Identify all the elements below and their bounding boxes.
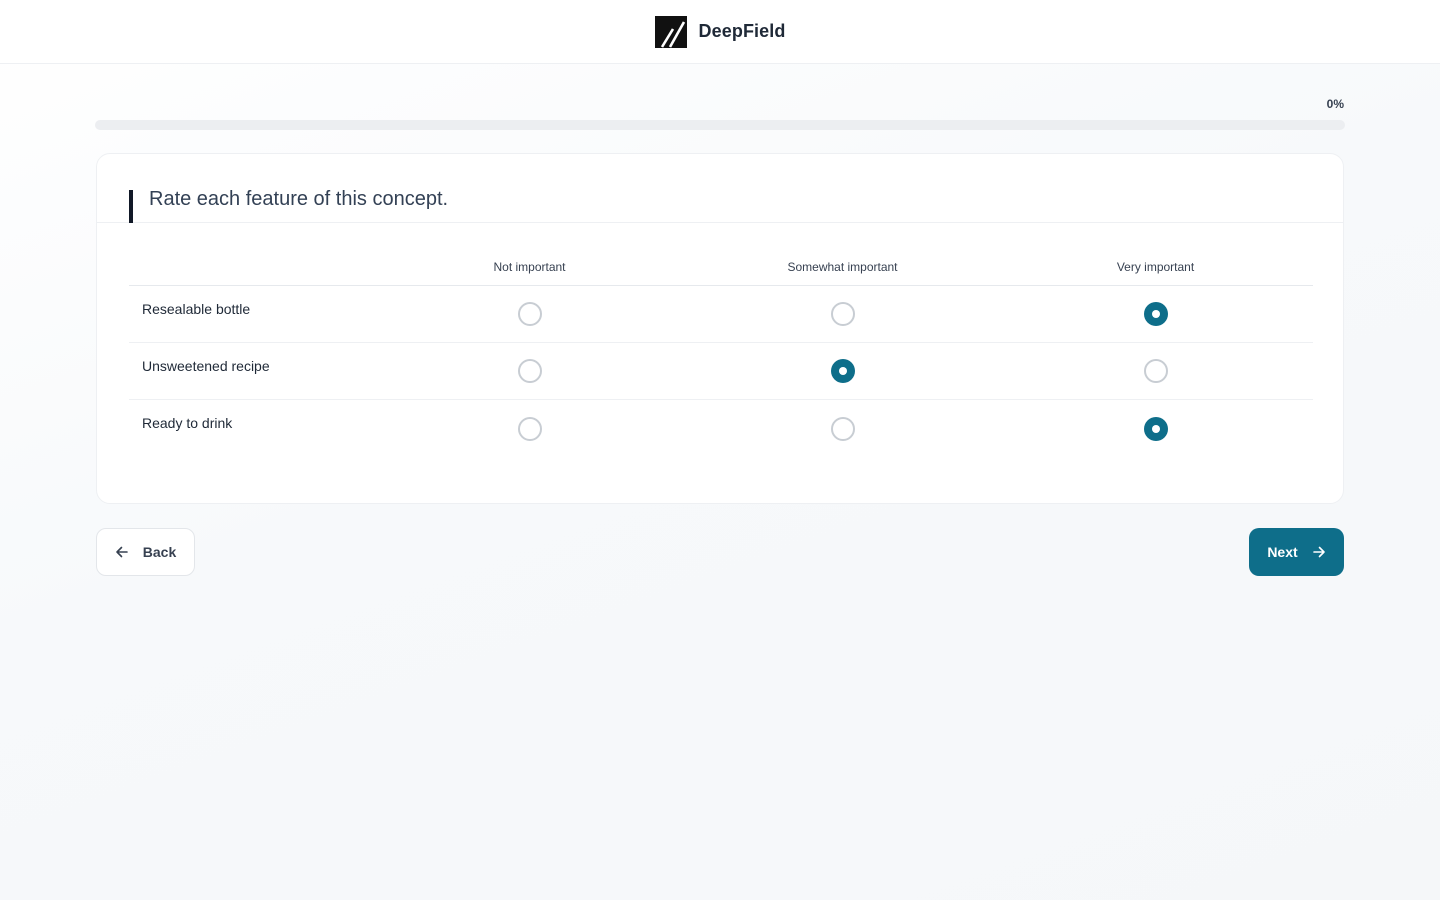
rating-cell — [373, 302, 686, 326]
radio-very-important[interactable] — [1143, 416, 1168, 441]
radio-not-important[interactable] — [517, 302, 542, 326]
rating-cell — [686, 416, 999, 441]
rating-cell — [999, 416, 1312, 441]
rating-row-unsweetened-recipe: Unsweetened recipe — [129, 343, 1313, 400]
question-title: Rate each feature of this concept. — [149, 188, 449, 210]
rating-grid: Not important Somewhat important Very im… — [129, 248, 1313, 457]
column-header-somewhat-important: Somewhat important — [787, 259, 898, 274]
rating-row-ready-to-drink: Ready to drink — [129, 400, 1313, 457]
row-label: Resealable bottle — [142, 301, 251, 317]
question-card: Rate each feature of this concept. Not i… — [96, 153, 1344, 504]
rating-cell — [999, 359, 1312, 383]
progress-bar — [95, 120, 1345, 130]
radio-somewhat-important[interactable] — [830, 359, 855, 383]
back-button[interactable]: Back — [96, 528, 195, 576]
rating-cell — [686, 302, 999, 326]
row-label: Unsweetened recipe — [142, 358, 270, 374]
back-button-label: Back — [142, 544, 177, 560]
column-header-not-important: Not important — [493, 259, 566, 274]
radio-very-important[interactable] — [1143, 302, 1168, 326]
brand-name: DeepField — [698, 21, 786, 41]
radio-not-important[interactable] — [517, 359, 542, 383]
rating-row-resealable-bottle: Resealable bottle — [129, 286, 1313, 343]
row-label: Ready to drink — [142, 415, 233, 431]
question-accent-bar — [129, 190, 133, 223]
arrow-left-icon — [115, 546, 128, 558]
top-bar: DeepField — [0, 0, 1440, 64]
rating-cell — [686, 359, 999, 383]
radio-very-important[interactable] — [1143, 359, 1168, 383]
rating-grid-header: Not important Somewhat important Very im… — [129, 248, 1313, 286]
rating-cell — [373, 359, 686, 383]
rating-cell — [373, 416, 686, 441]
deepfield-logo-icon — [654, 15, 687, 48]
arrow-right-icon — [1312, 546, 1325, 558]
question-header: Rate each feature of this concept. — [97, 154, 1343, 223]
column-header-very-important: Very important — [1116, 259, 1195, 274]
next-button-label: Next — [1267, 544, 1298, 560]
radio-not-important[interactable] — [517, 416, 542, 441]
radio-somewhat-important[interactable] — [830, 302, 855, 326]
rating-cell — [999, 302, 1312, 326]
next-button[interactable]: Next — [1249, 528, 1344, 576]
progress-percent: 0% — [1326, 97, 1344, 111]
radio-somewhat-important[interactable] — [830, 416, 855, 441]
